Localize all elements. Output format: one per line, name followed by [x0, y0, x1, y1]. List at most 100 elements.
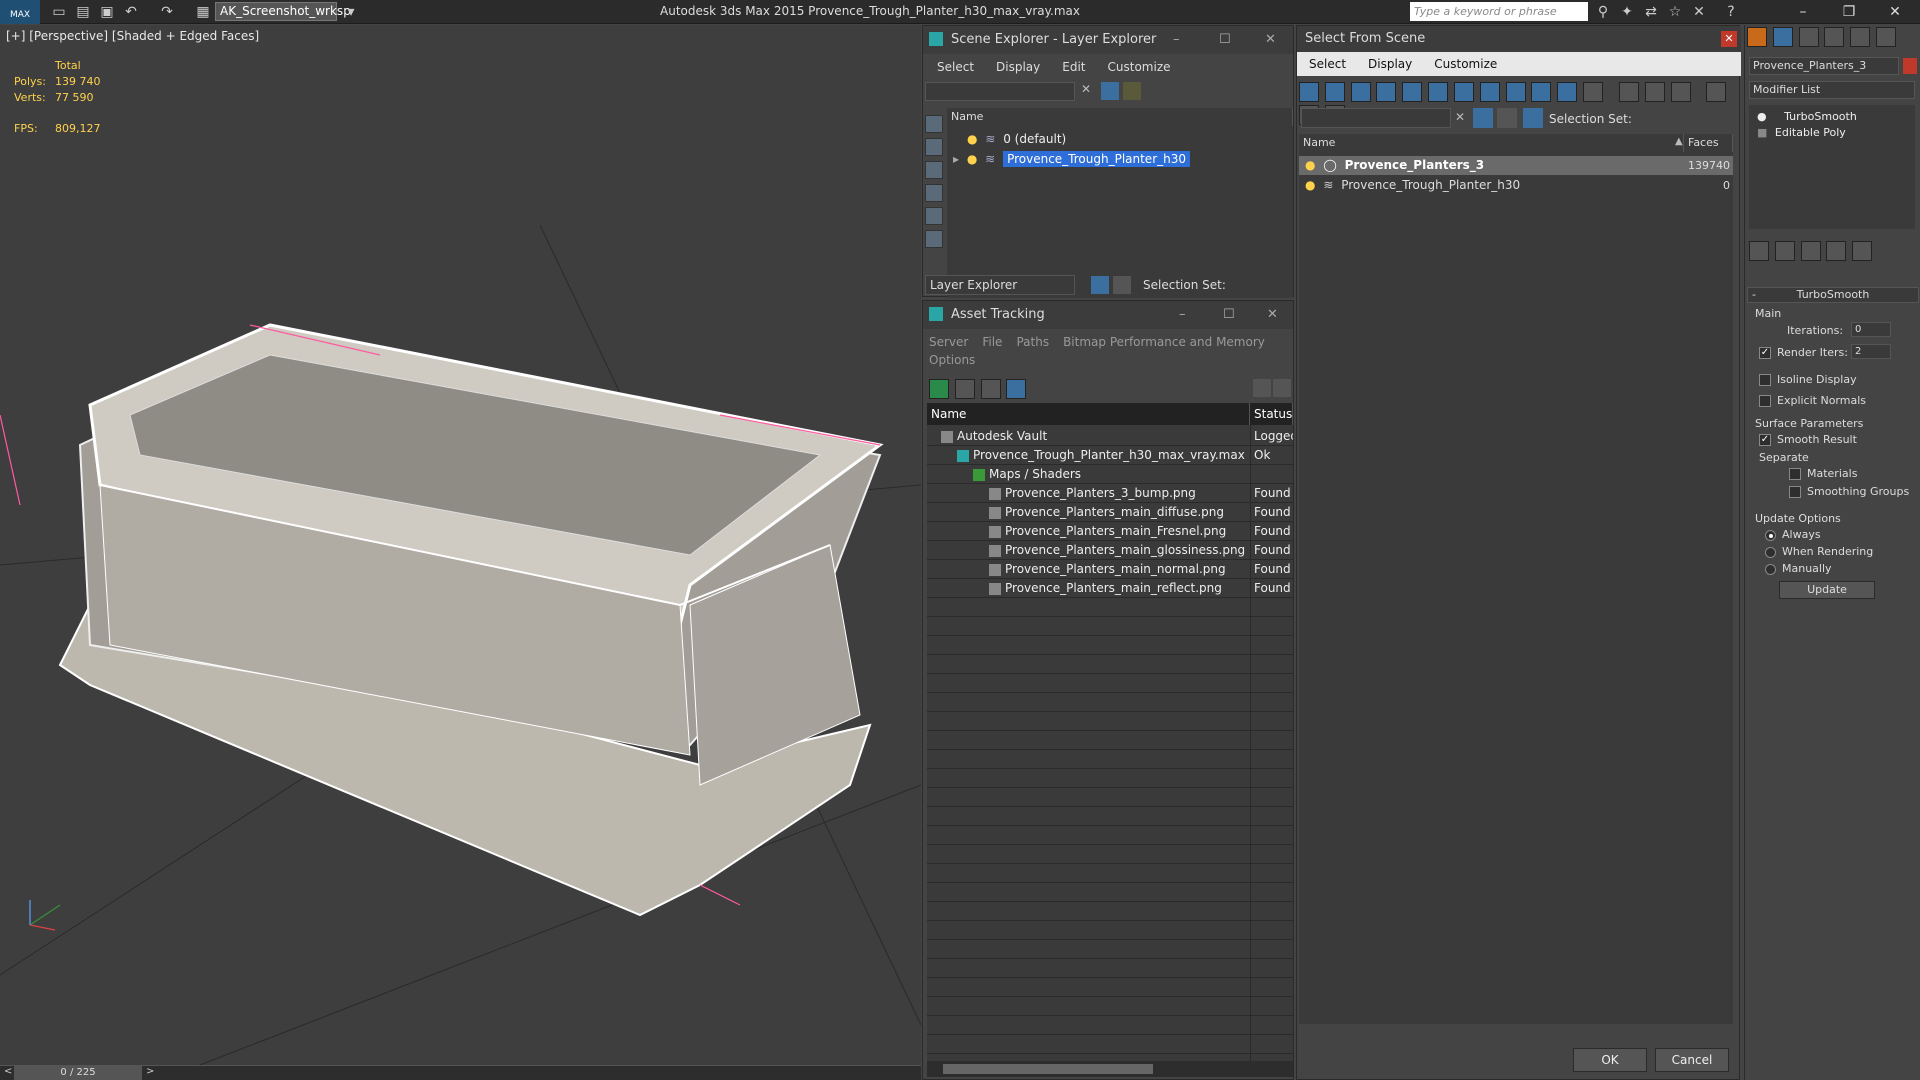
- object-color-swatch[interactable]: [1903, 58, 1917, 74]
- make-unique-icon[interactable]: [1800, 241, 1821, 261]
- always-radio[interactable]: [1765, 529, 1776, 541]
- display-lights-icon[interactable]: [925, 161, 943, 179]
- filter-bones-icon[interactable]: [1505, 82, 1526, 102]
- scene-search-input[interactable]: [925, 82, 1075, 101]
- menu-customize[interactable]: Customize: [1434, 57, 1497, 71]
- close-x-icon[interactable]: ✕: [1690, 3, 1708, 21]
- column-name[interactable]: Name: [927, 403, 1250, 425]
- help-icon[interactable]: ?: [1722, 3, 1740, 21]
- filter-icon[interactable]: [1101, 82, 1119, 100]
- ok-button[interactable]: OK: [1573, 1048, 1647, 1072]
- filter-spacewarps-icon[interactable]: [1428, 82, 1449, 102]
- hierarchy-icon[interactable]: [1113, 276, 1131, 294]
- render-iters-row[interactable]: ✓ Render Iters:: [1759, 346, 1848, 359]
- smooth-result-row[interactable]: ✓ Smooth Result: [1759, 433, 1857, 446]
- layer-tool-icon[interactable]: [1497, 108, 1517, 128]
- turbosmooth-rollout-header[interactable]: - TurboSmooth: [1747, 287, 1919, 303]
- expand-icon[interactable]: ▸: [953, 152, 959, 166]
- layer-explorer-dropdown[interactable]: Layer Explorer: [925, 275, 1075, 295]
- display-helpers-icon[interactable]: [925, 207, 943, 225]
- smooth-result-checkbox[interactable]: ✓: [1759, 434, 1771, 446]
- remove-modifier-icon[interactable]: [1826, 241, 1847, 261]
- minimize-icon[interactable]: –: [1179, 301, 1186, 329]
- filter-cameras-icon[interactable]: [1376, 82, 1397, 102]
- filter-shapes-icon[interactable]: [1324, 82, 1345, 102]
- object-name-field[interactable]: Provence_Planters_3: [1749, 57, 1899, 75]
- select-invert-icon[interactable]: [1670, 82, 1691, 102]
- new-file-icon[interactable]: ▭: [50, 3, 68, 21]
- iterations-spinner[interactable]: 0: [1851, 322, 1891, 337]
- menu-display[interactable]: Display: [1368, 57, 1412, 71]
- clear-search-icon[interactable]: ✕: [1455, 110, 1465, 124]
- cancel-button[interactable]: Cancel: [1655, 1048, 1729, 1072]
- when-rendering-radio[interactable]: [1765, 546, 1776, 558]
- smoothing-groups-row[interactable]: Smoothing Groups: [1789, 485, 1909, 498]
- stack-item-turbosmooth[interactable]: ● TurboSmooth: [1749, 109, 1915, 124]
- select-all-icon[interactable]: [1618, 82, 1639, 102]
- filter-groups-icon[interactable]: [1453, 82, 1474, 102]
- show-end-result-icon[interactable]: [1774, 241, 1795, 261]
- light-bulb-icon[interactable]: ●: [1305, 178, 1315, 192]
- render-iters-spinner[interactable]: 2: [1851, 344, 1891, 359]
- layer-tool-icon[interactable]: [1123, 82, 1141, 100]
- table-row[interactable]: Autodesk Vault Logged: [927, 427, 1293, 446]
- display-spacewarps-icon[interactable]: [925, 230, 943, 248]
- restore-icon[interactable]: ❐: [1834, 2, 1864, 22]
- column-name[interactable]: Name: [1299, 134, 1684, 152]
- app-logo-icon[interactable]: MAX: [0, 0, 40, 24]
- undo-icon[interactable]: ↶: [122, 3, 140, 21]
- table-row[interactable]: Provence_Planters_main_normal.png Found: [927, 560, 1293, 579]
- light-bulb-icon[interactable]: ●: [967, 152, 977, 166]
- always-row[interactable]: Always: [1765, 528, 1821, 541]
- menu-options[interactable]: Options: [929, 353, 975, 367]
- save-file-icon[interactable]: ▣: [98, 3, 116, 21]
- manually-radio[interactable]: [1765, 563, 1776, 575]
- smoothing-groups-checkbox[interactable]: [1789, 486, 1801, 498]
- stack-item-editable-poly[interactable]: ■ Editable Poly: [1749, 125, 1915, 140]
- menu-customize[interactable]: Customize: [1108, 60, 1171, 74]
- time-slider[interactable]: < 0 / 225 >: [0, 1065, 921, 1080]
- list-item[interactable]: ▸ ● ≋ Provence_Trough_Planter_h30: [947, 150, 1293, 169]
- display-tab-icon[interactable]: [1850, 27, 1871, 47]
- display-geometry-icon[interactable]: [925, 115, 943, 133]
- update-button[interactable]: Update: [1779, 581, 1875, 599]
- filter-funnel-icon[interactable]: [1706, 82, 1727, 102]
- star-icon[interactable]: ☆: [1666, 3, 1684, 21]
- menu-edit[interactable]: Edit: [1062, 60, 1085, 74]
- utilities-tab-icon[interactable]: [1876, 27, 1897, 47]
- settings-icon[interactable]: [1273, 379, 1291, 397]
- explicit-normals-checkbox[interactable]: [1759, 395, 1771, 407]
- clear-search-icon[interactable]: ✕: [1081, 82, 1091, 96]
- table-row[interactable]: Provence_Planters_main_diffuse.png Found: [927, 503, 1293, 522]
- materials-checkbox[interactable]: [1789, 468, 1801, 480]
- menu-server[interactable]: Server: [929, 335, 968, 349]
- light-bulb-icon[interactable]: ●: [1757, 110, 1767, 123]
- horizontal-scrollbar[interactable]: [927, 1061, 1293, 1077]
- pin-stack-icon[interactable]: [1749, 241, 1769, 261]
- hierarchy-icon[interactable]: [1523, 108, 1543, 128]
- time-next-button[interactable]: >: [146, 1066, 154, 1077]
- materials-row[interactable]: Materials: [1789, 467, 1857, 480]
- table-row-selected[interactable]: ● ◯ Provence_Planters_3 139740: [1299, 156, 1733, 175]
- isoline-checkbox[interactable]: [1759, 374, 1771, 386]
- open-file-icon[interactable]: ▤: [74, 3, 92, 21]
- filter-icon[interactable]: [1473, 108, 1493, 128]
- filter-containers-icon[interactable]: [1531, 82, 1552, 102]
- close-icon[interactable]: ✕: [1721, 31, 1737, 47]
- select-none-icon[interactable]: [1644, 82, 1665, 102]
- isoline-row[interactable]: Isoline Display: [1759, 373, 1857, 386]
- table-row[interactable]: Provence_Trough_Planter_h30_max_vray.max…: [927, 446, 1293, 465]
- modify-tab-icon[interactable]: [1772, 27, 1793, 47]
- menu-bitmap-performance[interactable]: Bitmap Performance and Memory: [1063, 335, 1265, 349]
- table-view-icon[interactable]: [1006, 379, 1027, 399]
- window-close-icon[interactable]: ✕: [1880, 2, 1910, 22]
- select-search-input[interactable]: [1301, 108, 1451, 128]
- close-icon[interactable]: ✕: [1265, 26, 1276, 54]
- workspace-dropdown[interactable]: AK_Screenshot_wrksp: [215, 2, 351, 21]
- search-input[interactable]: Type a keyword or phrase: [1410, 2, 1588, 21]
- menu-file[interactable]: File: [982, 335, 1002, 349]
- time-slider-handle[interactable]: 0 / 225: [14, 1066, 142, 1080]
- table-row[interactable]: Maps / Shaders: [927, 465, 1293, 484]
- collapse-icon[interactable]: -: [1752, 288, 1756, 302]
- light-bulb-icon[interactable]: ●: [967, 132, 977, 146]
